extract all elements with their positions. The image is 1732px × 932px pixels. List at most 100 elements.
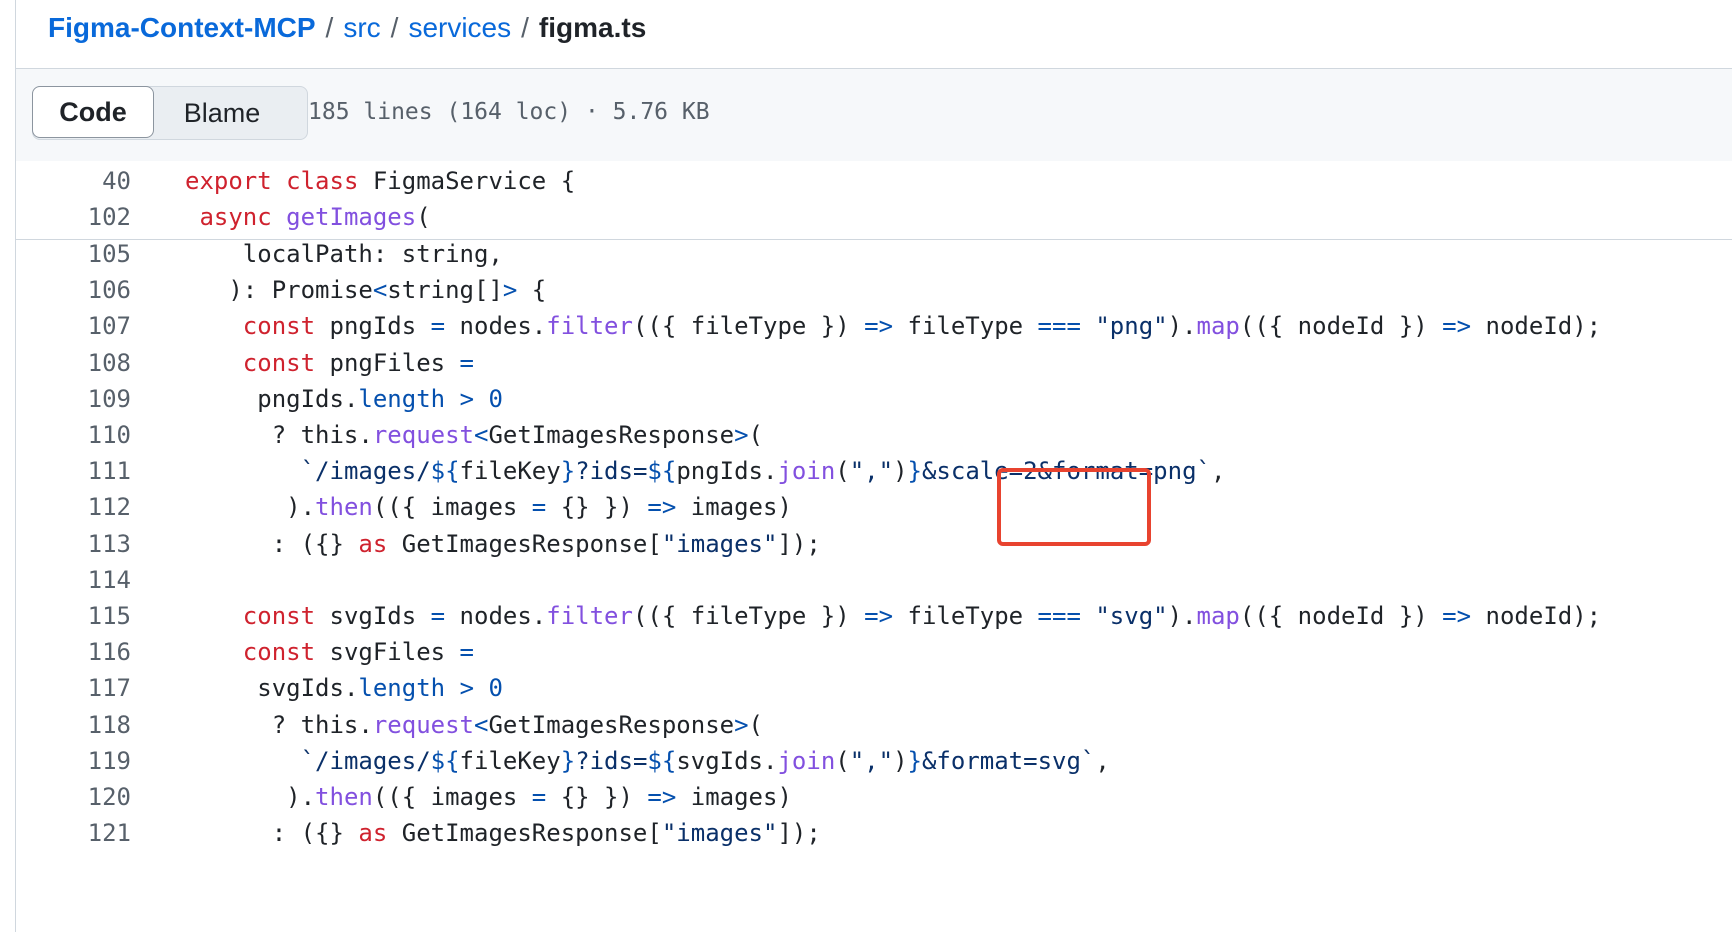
annotation-highlight-box: [997, 468, 1151, 546]
code-line: 119 `/images/${fileKey}?ids=${svgIds.join…: [16, 741, 1732, 781]
code-line: 106): Promise<string[]> {: [16, 270, 1732, 310]
code-text: ).then(({ images = {} }) => images): [286, 493, 792, 521]
line-number[interactable]: 40: [16, 167, 131, 195]
code-token: >: [459, 384, 475, 413]
code-token: (: [748, 421, 763, 449]
code-token: ,: [1210, 457, 1226, 486]
code-text: ? this.request<GetImagesResponse>(: [272, 711, 763, 739]
code-line: 102 async getImages(: [16, 197, 1732, 237]
code-token: ): [893, 457, 908, 486]
line-number[interactable]: 113: [16, 530, 131, 558]
code-token: >: [734, 421, 749, 449]
line-number[interactable]: 110: [16, 421, 131, 449]
code-line: 121: ({} as GetImagesResponse["images"])…: [16, 813, 1732, 853]
code-token: =>: [1442, 602, 1472, 630]
breadcrumb-services-link[interactable]: services: [408, 12, 511, 44]
breadcrumb-current-file: figma.ts: [538, 12, 647, 43]
code-token: fileType: [893, 312, 1038, 341]
line-number[interactable]: 111: [16, 457, 131, 485]
file-metadata: 185 lines (164 loc) · 5.76 KB: [308, 99, 710, 125]
line-number[interactable]: 108: [16, 349, 131, 377]
code-token: =>: [647, 493, 677, 522]
line-number[interactable]: 102: [16, 203, 131, 231]
sticky-scope-header: 40 export class FigmaService {102 async ge…: [16, 161, 1732, 240]
line-number[interactable]: 121: [16, 819, 131, 847]
code-token: pngIds.: [257, 384, 359, 413]
code-line: 107 const pngIds = nodes.filter(({ fileTy…: [16, 306, 1732, 346]
line-number[interactable]: 117: [16, 674, 131, 702]
code-token: string[]: [387, 276, 503, 305]
breadcrumb-repo-link[interactable]: Figma-Context-MCP: [48, 12, 316, 44]
code-token: ? this.: [271, 421, 373, 449]
code-token: (: [835, 457, 850, 486]
code-token: then: [315, 493, 373, 522]
line-number[interactable]: 109: [16, 385, 131, 413]
code-token: : ({}: [271, 529, 359, 558]
code-line: 113 : ({} as GetImagesResponse["images"])…: [16, 524, 1732, 564]
line-number[interactable]: 105: [16, 240, 131, 268]
code-token: const: [242, 312, 316, 341]
code-token: filter: [546, 312, 633, 341]
code-text: ? this.request<GetImagesResponse>(: [272, 421, 763, 449]
code-token: >: [502, 276, 518, 305]
code-token: &format=svg`: [921, 746, 1096, 775]
code-view-button[interactable]: Code: [32, 86, 154, 138]
code-token: `/images/: [300, 746, 431, 775]
line-number[interactable]: 119: [16, 747, 131, 775]
code-token: >: [734, 710, 749, 739]
code-line: 116 const svgFiles =: [16, 632, 1732, 672]
code-token: ?ids=: [575, 457, 648, 486]
blame-view-button[interactable]: Blame: [153, 87, 291, 139]
code-token: join: [777, 457, 836, 486]
code-token: (: [835, 746, 850, 775]
code-text: : ({} as GetImagesResponse["images"]);: [272, 530, 821, 558]
code-text: localPath: string,: [243, 240, 503, 268]
code-text: const svgIds = nodes.filter(({ fileType …: [243, 602, 1601, 630]
line-number[interactable]: 106: [16, 276, 131, 304]
code-text: ).then(({ images = {} }) => images): [286, 783, 792, 811]
code-token: ${: [430, 746, 460, 775]
code-token: ]);: [777, 529, 821, 558]
breadcrumb: Figma-Context-MCP / src / services / fig…: [48, 8, 646, 48]
code-token: (: [748, 710, 763, 739]
line-number[interactable]: 118: [16, 711, 131, 739]
code-token: =: [459, 638, 474, 667]
code-line: 114: [16, 560, 1732, 600]
code-token: pngIds.: [676, 457, 778, 486]
code-token: GetImagesResponse[: [387, 819, 662, 848]
code-token: ${: [430, 457, 460, 486]
code-token: nodeId);: [1471, 602, 1602, 630]
code-token: class: [286, 167, 359, 195]
code-token: as: [358, 819, 388, 848]
code-token: =: [430, 602, 446, 630]
line-number[interactable]: 107: [16, 312, 131, 340]
code-token: 0: [488, 384, 503, 413]
code-token: map: [1196, 312, 1240, 341]
code-token: ).: [1167, 602, 1197, 630]
code-token: =>: [1442, 312, 1472, 341]
code-token: ).: [286, 783, 316, 811]
line-number[interactable]: 116: [16, 638, 131, 666]
code-token: filter: [546, 602, 633, 630]
breadcrumb-src-link[interactable]: src: [343, 12, 380, 44]
line-number[interactable]: 120: [16, 783, 131, 811]
code-token: {} }): [546, 783, 648, 811]
code-token: async: [199, 203, 272, 231]
code-text: svgIds.length > 0: [257, 674, 503, 702]
breadcrumb-separator: /: [325, 12, 334, 43]
code-token: const: [242, 638, 316, 667]
code-token: =: [531, 783, 547, 811]
code-token: ",": [849, 457, 894, 486]
code-token: nodes.: [445, 602, 547, 630]
code-token: }: [907, 457, 922, 486]
line-number[interactable]: 112: [16, 493, 131, 521]
code-line: 111 `/images/${fileKey}?ids=${pngIds.join…: [16, 451, 1732, 491]
code-line: 112 ).then(({ images = {} }) => images): [16, 487, 1732, 527]
code-text: export class FigmaService {: [185, 167, 575, 195]
line-number[interactable]: 114: [16, 566, 131, 594]
line-number[interactable]: 115: [16, 602, 131, 630]
code-token: ).: [1167, 312, 1197, 341]
